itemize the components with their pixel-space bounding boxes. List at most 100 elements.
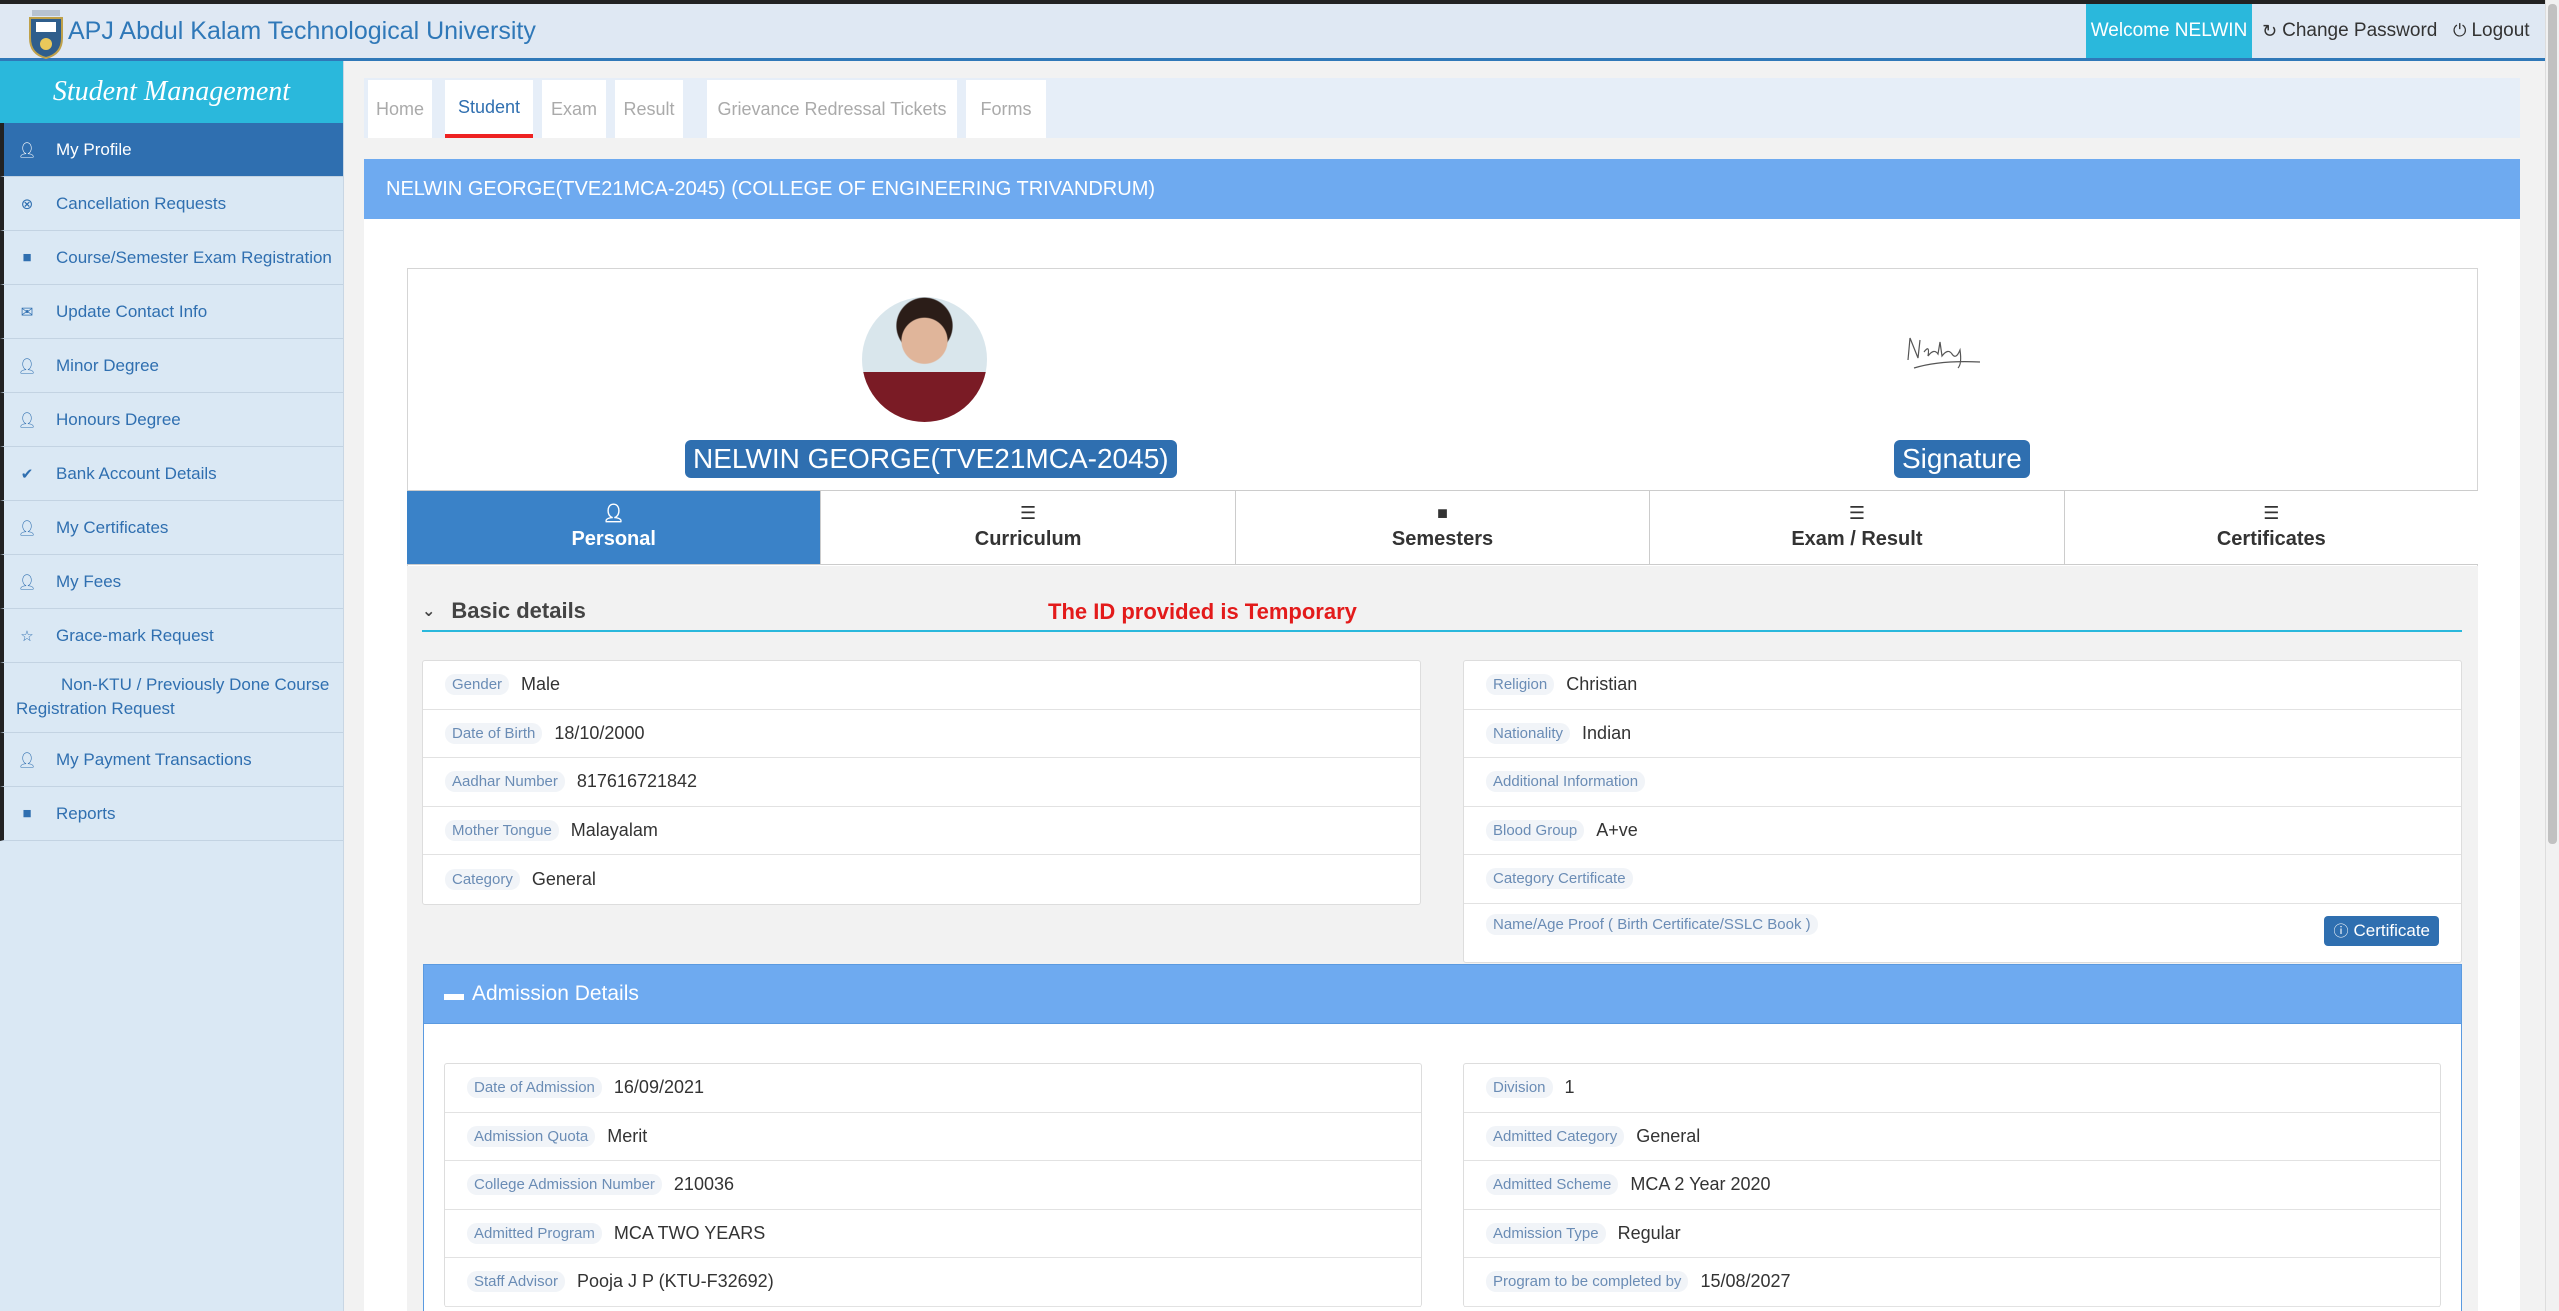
- field-label: Program to be completed by: [1486, 1271, 1689, 1293]
- field-admission-quota: Admission Quota Merit: [445, 1113, 1421, 1161]
- tab-certificates[interactable]: ☰ Certificates: [2064, 491, 2479, 564]
- field-value: Christian: [1566, 674, 1638, 695]
- sidebar-item-my-certificates[interactable]: 👤︎ My Certificates: [0, 501, 343, 555]
- change-password-label: Change Password: [2282, 20, 2438, 41]
- sidebar-item-label: Grace-mark Request: [56, 625, 214, 645]
- field-value: 1: [1564, 1077, 1575, 1098]
- sidebar-item-reports[interactable]: ■ Reports: [0, 787, 343, 841]
- basic-details-left: Gender Male Date of Birth 18/10/2000 Aadha…: [422, 660, 1421, 905]
- user-icon: 👤︎: [17, 519, 37, 537]
- change-password-link[interactable]: ↻ Change Password: [2262, 20, 2437, 42]
- tab-personal[interactable]: 👤︎ Personal: [407, 491, 822, 564]
- sidebar-item-label: Course/Semester Exam Registration: [56, 247, 332, 267]
- field-admitted-program: Admitted Program MCA TWO YEARS: [445, 1210, 1421, 1258]
- field-additional-info: Additional Information: [1464, 758, 2461, 807]
- sidebar-item-label: Minor Degree: [56, 355, 159, 375]
- field-gender: Gender Male: [423, 661, 1420, 710]
- field-label: College Admission Number: [467, 1174, 662, 1196]
- field-label: Mother Tongue: [445, 819, 559, 841]
- user-icon: 👤︎: [17, 573, 37, 591]
- user-icon: 👤︎: [17, 357, 37, 375]
- field-value: 817616721842: [576, 771, 698, 792]
- field-value: 16/09/2021: [613, 1077, 704, 1098]
- field-date-of-admission: Date of Admission 16/09/2021: [445, 1064, 1421, 1113]
- sidebar-item-cancellation-requests[interactable]: ⊗ Cancellation Requests: [0, 177, 343, 231]
- tab-forms[interactable]: Forms: [966, 80, 1046, 138]
- scrollbar-thumb[interactable]: [2548, 4, 2557, 844]
- user-icon: 👤︎: [17, 411, 37, 429]
- tab-label: Exam / Result: [1791, 528, 1923, 550]
- list-icon: ☰: [1848, 503, 1865, 523]
- sidebar-item-non-ktu-registration[interactable]: Non-KTU / Previously Done Course Registr…: [0, 663, 343, 733]
- field-value: MCA TWO YEARS: [613, 1222, 766, 1243]
- sidebar-item-label: Bank Account Details: [56, 463, 217, 483]
- field-value: General: [1636, 1125, 1701, 1146]
- field-label: Gender: [445, 674, 510, 696]
- tab-home[interactable]: Home: [368, 80, 432, 138]
- field-admission-type: Admission Type Regular: [1464, 1210, 2440, 1258]
- basic-details-header[interactable]: ⌄ Basic details: [422, 598, 586, 624]
- sidebar-item-update-contact[interactable]: ✉ Update Contact Info: [0, 285, 343, 339]
- tab-exam-result[interactable]: ☰ Exam / Result: [1650, 491, 2065, 564]
- certificate-button-label: Certificate: [2353, 920, 2430, 940]
- sidebar-item-label: My Payment Transactions: [56, 749, 252, 769]
- tab-semesters[interactable]: ■ Semesters: [1235, 491, 1651, 564]
- refresh-icon: ↻: [2262, 20, 2278, 41]
- tab-grievance[interactable]: Grievance Redressal Tickets: [707, 80, 957, 138]
- sidebar-item-exam-registration[interactable]: ■ Course/Semester Exam Registration: [0, 231, 343, 285]
- envelope-icon: ✉: [20, 303, 34, 321]
- temporary-id-notice: The ID provided is Temporary: [1048, 599, 1357, 624]
- tab-student[interactable]: Student: [445, 80, 533, 138]
- sidebar-item-label: Non-KTU / Previously Done Course Registr…: [16, 675, 330, 718]
- basic-details-title: Basic details: [451, 598, 586, 623]
- field-label: Date of Admission: [467, 1077, 602, 1099]
- user-icon: 👤︎: [17, 751, 37, 769]
- tab-curriculum[interactable]: ☰ Curriculum: [821, 491, 1236, 564]
- field-college-admission-number: College Admission Number 210036: [445, 1161, 1421, 1210]
- sidebar-item-my-fees[interactable]: 👤︎ My Fees: [0, 555, 343, 609]
- admission-details-title: Admission Details: [472, 982, 639, 1005]
- user-icon: 👤︎: [17, 141, 37, 159]
- field-religion: Religion Christian: [1464, 661, 2461, 710]
- signature-label: Signature: [1894, 440, 2030, 478]
- tab-label: Personal: [571, 528, 656, 550]
- power-icon: ⏻: [2453, 21, 2467, 40]
- field-label: Admission Quota: [467, 1125, 596, 1147]
- sidebar-item-honours-degree[interactable]: 👤︎ Honours Degree: [0, 393, 343, 447]
- field-blood-group: Blood Group A+ve: [1464, 807, 2461, 855]
- field-value: 15/08/2027: [1700, 1271, 1791, 1292]
- folder-icon: ▬: [444, 982, 464, 1005]
- field-label: Aadhar Number: [445, 771, 565, 793]
- sidebar-item-my-profile[interactable]: 👤︎ My Profile: [0, 123, 343, 177]
- field-label: Staff Advisor: [467, 1271, 565, 1293]
- field-label: Additional Information: [1486, 771, 1646, 793]
- sidebar-title: Student Management: [0, 61, 343, 123]
- user-icon: 👤︎: [602, 503, 626, 523]
- sidebar-item-label: Honours Degree: [56, 409, 181, 429]
- field-value: Pooja J P (KTU-F32692): [576, 1271, 774, 1292]
- sidebar-item-bank-account[interactable]: ✔ Bank Account Details: [0, 447, 343, 501]
- field-label: Blood Group: [1486, 819, 1585, 841]
- page-scrollbar[interactable]: [2545, 0, 2559, 1311]
- section-divider: [422, 630, 2462, 632]
- check-icon: ✔: [20, 465, 34, 483]
- tab-result[interactable]: Result: [615, 80, 683, 138]
- field-mother-tongue: Mother Tongue Malayalam: [423, 807, 1420, 855]
- field-value: MCA 2 Year 2020: [1630, 1174, 1771, 1195]
- field-value: A+ve: [1596, 819, 1638, 840]
- sidebar-item-payment-transactions[interactable]: 👤︎ My Payment Transactions: [0, 733, 343, 787]
- sidebar-item-label: Update Contact Info: [56, 301, 208, 321]
- student-photo: [862, 297, 987, 422]
- field-admitted-scheme: Admitted Scheme MCA 2 Year 2020: [1464, 1161, 2440, 1210]
- tab-label: Certificates: [2216, 528, 2326, 550]
- sidebar-item-minor-degree[interactable]: 👤︎ Minor Degree: [0, 339, 343, 393]
- admission-right: Division 1 Admitted Category General Admit…: [1463, 1063, 2441, 1307]
- tab-exam[interactable]: Exam: [542, 80, 606, 138]
- logout-link[interactable]: ⏻ Logout: [2453, 20, 2530, 42]
- certificate-button[interactable]: ⓘ Certificate: [2324, 915, 2439, 946]
- star-icon: ☆: [20, 627, 34, 645]
- chevron-down-icon: ⌄: [422, 603, 436, 620]
- admission-left: Date of Admission 16/09/2021 Admission Qu…: [444, 1063, 1422, 1307]
- sidebar-item-grace-mark[interactable]: ☆ Grace-mark Request: [0, 609, 343, 663]
- brand-title[interactable]: APJ Abdul Kalam Technological University: [68, 17, 536, 46]
